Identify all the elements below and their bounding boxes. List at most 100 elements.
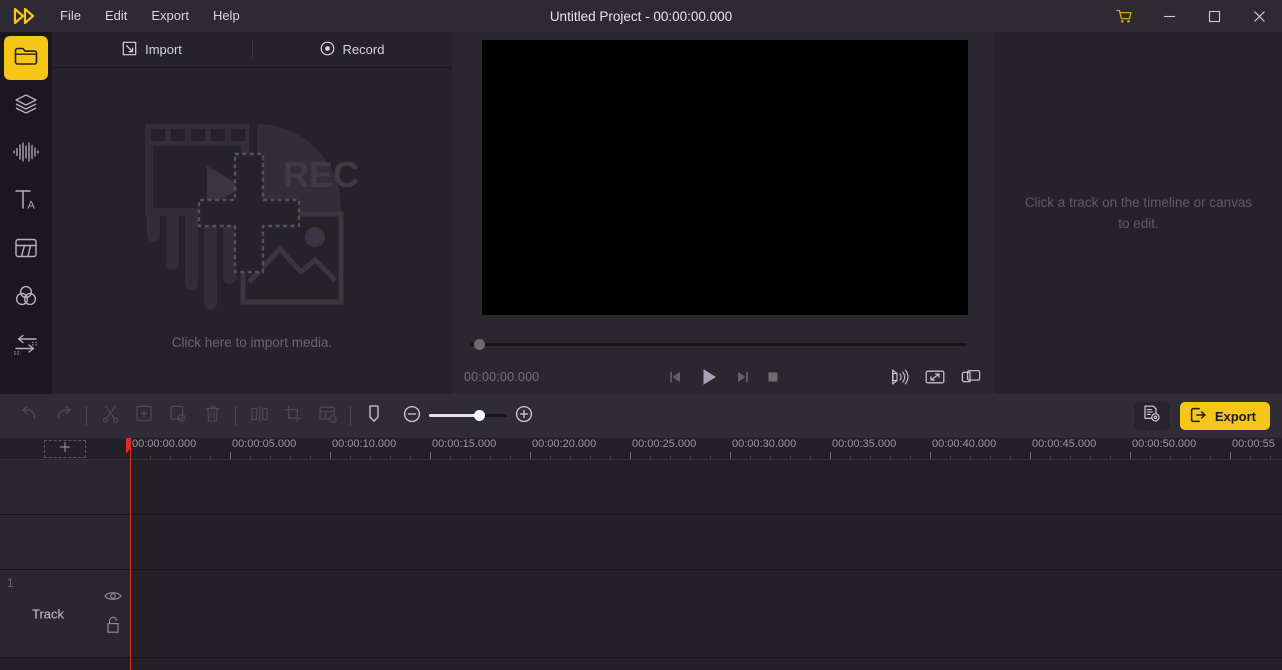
svg-text:A: A: [28, 199, 36, 211]
add-track-button[interactable]: [44, 440, 86, 458]
video-canvas[interactable]: [482, 40, 968, 315]
ruler-tick-label: 00:00:50.000: [1132, 438, 1197, 450]
transitions-icon: [12, 332, 40, 361]
play-icon[interactable]: [699, 367, 719, 387]
ruler-tick-label: 00:00:00.000: [132, 438, 197, 450]
split-icon: [250, 405, 269, 428]
playhead[interactable]: [126, 438, 131, 670]
crop-button[interactable]: [276, 401, 310, 431]
add-clip-button[interactable]: [127, 401, 161, 431]
keyframe-button[interactable]: [310, 401, 344, 431]
ruler-tick-label: 00:00:55: [1232, 438, 1275, 450]
duplicate-button[interactable]: [161, 401, 195, 431]
toolbar-separator: [86, 406, 87, 426]
sidebar-item-media[interactable]: [4, 36, 48, 80]
menu-edit[interactable]: Edit: [93, 4, 139, 28]
project-settings-button[interactable]: [1133, 402, 1170, 430]
record-dot-icon: [320, 41, 335, 59]
rec-text: REC: [283, 154, 359, 195]
speaker-icon[interactable]: [889, 369, 909, 385]
tab-record-label: Record: [342, 42, 385, 57]
menu-help[interactable]: Help: [201, 4, 252, 28]
menu-bar: File Edit Export Help: [48, 4, 252, 28]
windows-overlap-icon[interactable]: [961, 369, 981, 385]
scissors-icon: [102, 405, 119, 428]
menu-export[interactable]: Export: [139, 4, 201, 28]
sidebar-item-transitions[interactable]: [4, 324, 48, 368]
dropzone-label: Click here to import media.: [171, 334, 333, 350]
export-button-label: Export: [1214, 408, 1256, 424]
track-lane[interactable]: [130, 570, 1282, 657]
project-settings-icon: [1142, 404, 1161, 428]
tab-import-label: Import: [145, 42, 182, 57]
seek-track: [470, 343, 967, 346]
track-label: Track: [32, 606, 65, 621]
ruler-tick-label: 00:00:25.000: [632, 438, 697, 450]
import-arrow-icon: [122, 41, 137, 59]
ruler-tick-label: 00:00:40.000: [932, 438, 997, 450]
cut-button[interactable]: [93, 401, 127, 431]
marker-button[interactable]: [357, 401, 391, 431]
zoom-slider-handle[interactable]: [474, 410, 486, 421]
tab-record[interactable]: Record: [252, 32, 452, 67]
track-row[interactable]: 1 Track: [0, 570, 1282, 658]
layout-icon: [13, 236, 39, 265]
ruler-tick-label: 00:00:15.000: [432, 438, 497, 450]
minimize-icon[interactable]: [1147, 0, 1192, 32]
track-header[interactable]: 1 Track: [0, 570, 130, 657]
delete-button[interactable]: [195, 401, 229, 431]
crop-icon: [284, 405, 302, 428]
preview-panel: 00:00:00.000: [452, 32, 995, 394]
sidebar-item-stickers[interactable]: [4, 84, 48, 128]
sidebar-item-split-screen[interactable]: [4, 228, 48, 272]
track-header[interactable]: [0, 515, 130, 569]
sidebar-item-audio[interactable]: [4, 132, 48, 176]
text-icon: A: [13, 188, 39, 217]
seek-bar[interactable]: [464, 337, 967, 351]
close-icon[interactable]: [1237, 0, 1282, 32]
seek-handle[interactable]: [474, 339, 485, 350]
zoom-in-button[interactable]: [507, 401, 541, 431]
stop-icon[interactable]: [766, 370, 780, 384]
zoom-in-icon: [515, 405, 533, 428]
expand-icon[interactable]: [925, 369, 945, 385]
track-row[interactable]: [0, 460, 1282, 515]
toolbar-separator: [350, 406, 351, 426]
zoom-out-icon: [403, 405, 421, 428]
sidebar-item-effects[interactable]: [4, 276, 48, 320]
title-bar: File Edit Export Help Untitled Project -…: [0, 0, 1282, 32]
tab-import[interactable]: Import: [52, 32, 252, 67]
track-header[interactable]: [0, 460, 130, 514]
undo-button[interactable]: [12, 401, 46, 431]
properties-panel: Click a track on the timeline or canvas …: [995, 32, 1282, 394]
timeline-zoom-slider[interactable]: [429, 406, 507, 426]
split-button[interactable]: [242, 401, 276, 431]
step-forward-icon[interactable]: [735, 370, 750, 384]
sidebar-item-text[interactable]: A: [4, 180, 48, 224]
toolbar-right-group: Export: [1133, 402, 1270, 430]
layout-gear-icon: [318, 405, 337, 428]
track-lane[interactable]: [130, 460, 1282, 514]
ruler-tick-label: 00:00:20.000: [532, 438, 597, 450]
redo-button[interactable]: [46, 401, 80, 431]
window-controls: [1102, 0, 1282, 32]
eye-icon[interactable]: [104, 589, 122, 607]
player-controls: 00:00:00.000: [452, 360, 995, 394]
shopping-cart-icon[interactable]: [1102, 0, 1147, 32]
zoom-out-button[interactable]: [395, 401, 429, 431]
media-panel-tabs: Import Record: [52, 32, 452, 68]
menu-file[interactable]: File: [48, 4, 93, 28]
maximize-icon[interactable]: [1192, 0, 1237, 32]
track-lane[interactable]: [130, 515, 1282, 569]
unlock-icon[interactable]: [105, 616, 121, 639]
ruler-tick-label: 00:00:05.000: [232, 438, 297, 450]
color-circles-icon: [13, 284, 39, 313]
step-backward-icon[interactable]: [668, 370, 683, 384]
export-arrow-icon: [1190, 407, 1207, 426]
toolbar-separator: [235, 406, 236, 426]
export-button[interactable]: Export: [1179, 402, 1270, 430]
track-row[interactable]: [0, 515, 1282, 570]
media-dropzone[interactable]: REC Click here to import media.: [52, 69, 452, 394]
ruler-tick-label: 00:00:10.000: [332, 438, 397, 450]
copy-icon: [169, 405, 187, 428]
